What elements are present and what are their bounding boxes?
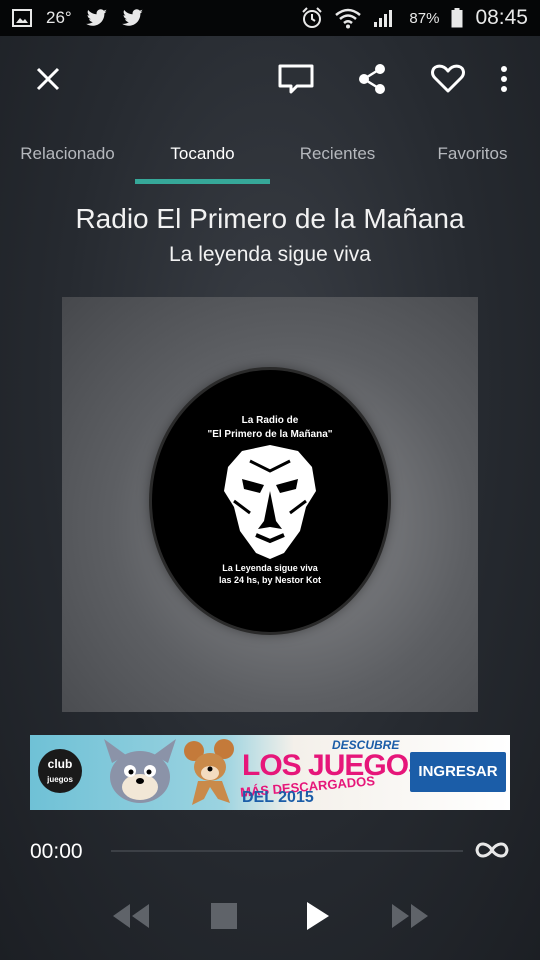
gallery-icon (12, 9, 32, 27)
club-sub-label: juegos (47, 775, 73, 784)
club-juegos-logo: club juegos (38, 749, 82, 793)
signal-icon (373, 8, 397, 28)
station-logo: La Radio de "El Primero de la Mañana" La… (152, 370, 388, 632)
cast-button[interactable] (272, 55, 320, 103)
infinity-icon (475, 842, 509, 858)
fast-forward-icon (392, 904, 428, 928)
current-time: 00:00 (30, 840, 83, 863)
logo-line-2: "El Primero de la Mañana" (207, 429, 333, 440)
favorite-button[interactable] (424, 55, 472, 103)
more-vert-icon (501, 66, 507, 92)
club-label: club (47, 757, 73, 771)
ad-banner[interactable]: club juegos DESCUBRE LOS JUEGOS MÁS DESC… (30, 735, 510, 810)
station-slogan: La leyenda sigue viva (169, 243, 371, 266)
close-button[interactable] (24, 55, 72, 103)
more-options-button[interactable] (492, 55, 516, 103)
rewind-button[interactable] (103, 888, 159, 944)
cartoon-mouse-icon (184, 739, 234, 805)
wifi-icon (335, 7, 362, 29)
share-icon (359, 64, 385, 94)
ad-year: DEL 2015 (242, 789, 314, 806)
logo-line-4: las 24 hs, by Nestor Kot (218, 575, 322, 585)
ad-cta-button[interactable]: INGRESAR (410, 752, 506, 792)
stop-button[interactable] (196, 888, 252, 944)
play-icon (307, 902, 329, 930)
playback-controls (0, 888, 540, 946)
status-bar: 26° 87% 08:45 (0, 0, 540, 36)
tab-relacionado[interactable]: Relacionado (0, 122, 135, 184)
temperature-text: 26° (46, 8, 72, 27)
stop-icon (211, 903, 237, 929)
logo-line-3: La Leyenda sigue viva (222, 563, 318, 573)
battery-icon (451, 8, 463, 28)
progress-bar[interactable] (111, 850, 463, 852)
top-toolbar (0, 36, 540, 122)
tab-tocando[interactable]: Tocando (135, 122, 270, 184)
twitter-icon (121, 9, 144, 27)
battery-percent: 87% (409, 9, 440, 27)
fast-forward-button[interactable] (382, 888, 438, 944)
station-artwork: La Radio de "El Primero de la Mañana" La… (62, 297, 478, 712)
lion-icon (224, 445, 316, 559)
tab-favoritos[interactable]: Favoritos (405, 122, 540, 184)
rewind-icon (113, 904, 149, 928)
tab-bar: Relacionado Tocando Recientes Favoritos (0, 122, 540, 184)
play-button[interactable] (290, 888, 346, 944)
clock: 08:45 (475, 6, 528, 29)
share-button[interactable] (348, 55, 396, 103)
twitter-icon (85, 9, 108, 27)
alarm-icon (301, 7, 323, 29)
station-title: Radio El Primero de la Mañana (75, 203, 465, 234)
cartoon-cat-icon (104, 739, 176, 803)
tab-recientes[interactable]: Recientes (270, 122, 405, 184)
heart-icon (431, 64, 465, 93)
close-icon (36, 67, 60, 91)
cast-icon (278, 64, 314, 94)
logo-line-1: La Radio de (241, 415, 299, 426)
